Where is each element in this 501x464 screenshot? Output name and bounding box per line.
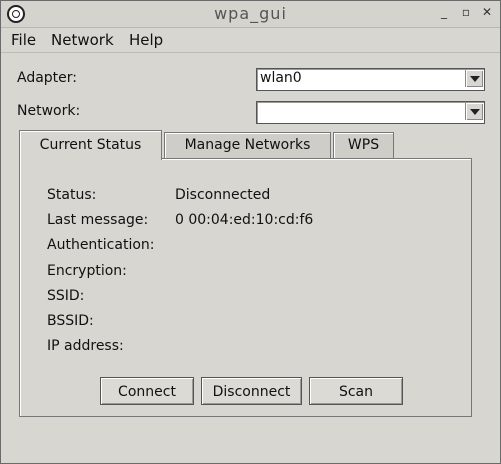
last-message-value: 0 00:04:ed:10:cd:f6 [175,212,314,228]
tab-wps[interactable]: WPS [333,132,394,158]
adapter-select-value: wlan0 [260,70,302,86]
last-message-label: Last message: [47,212,149,228]
maximize-icon[interactable]: ▫ [459,5,473,19]
app-window: wpa_gui _ ▫ ✕ File Network Help Adapter:… [0,0,501,464]
chevron-down-icon[interactable] [465,70,483,87]
encryption-label: Encryption: [47,263,127,279]
scan-button[interactable]: Scan [309,377,403,405]
bssid-label: BSSID: [47,313,94,329]
title-bar[interactable]: wpa_gui _ ▫ ✕ [1,1,500,28]
menu-network[interactable]: Network [51,31,114,49]
minimize-icon[interactable]: _ [437,5,451,19]
menu-file[interactable]: File [11,31,36,49]
authentication-label: Authentication: [47,237,155,253]
adapter-select[interactable]: wlan0 [256,68,485,91]
menu-bar: File Network Help [1,28,500,53]
network-label: Network: [17,103,81,119]
window-title: wpa_gui [214,4,287,23]
tab-current-status[interactable]: Current Status [19,130,162,160]
ip-address-label: IP address: [47,338,124,354]
connect-button[interactable]: Connect [100,377,194,405]
chevron-down-icon[interactable] [465,103,483,120]
status-value: Disconnected [175,187,271,203]
network-select[interactable] [256,101,485,124]
tab-manage-networks[interactable]: Manage Networks [164,132,331,158]
status-label: Status: [47,187,97,203]
ssid-label: SSID: [47,288,85,304]
disconnect-button[interactable]: Disconnect [201,377,302,405]
close-icon[interactable]: ✕ [480,5,494,19]
menu-help[interactable]: Help [129,31,163,49]
adapter-label: Adapter: [17,70,78,86]
